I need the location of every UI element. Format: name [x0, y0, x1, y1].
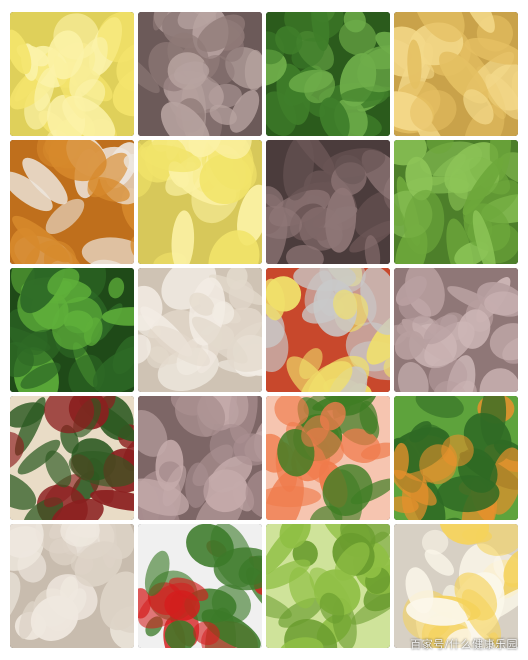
beef-chunks-tile — [266, 140, 390, 264]
beef-plate-tile — [138, 396, 262, 520]
beef-slices-tile-image — [394, 268, 518, 392]
leafy-greens-tile — [266, 12, 390, 136]
broccoli-tile-image — [266, 524, 390, 648]
greens-pumpkin-tile — [394, 396, 518, 520]
corn-tile — [394, 12, 518, 136]
sliced-beef-tile-image — [138, 12, 262, 136]
tomato-salad-tile — [138, 524, 262, 648]
egg-chicken-tile — [394, 524, 518, 648]
spinach-dates-tile — [10, 396, 134, 520]
watermark: 百家号/什么健康乐园 — [410, 638, 518, 651]
tomato-salad-tile-image — [138, 524, 262, 648]
cabbage-bowl-tile-image — [138, 140, 262, 264]
greens-pumpkin-tile-image — [394, 396, 518, 520]
cabbage-bowl-tile — [138, 140, 262, 264]
corn-tile-image — [394, 12, 518, 136]
spinach-pepper-tile-image — [10, 268, 134, 392]
chicken-breast-tile — [138, 268, 262, 392]
bento-tray-tile — [266, 268, 390, 392]
beef-slices-tile — [394, 268, 518, 392]
sliced-beef-tile — [138, 12, 262, 136]
spinach-dates-tile-image — [10, 396, 134, 520]
tofu-pumpkin-tile — [10, 140, 134, 264]
beef-chunks-tile-image — [266, 140, 390, 264]
leafy-greens-tile-image — [266, 12, 390, 136]
spinach-pepper-tile — [10, 268, 134, 392]
snow-peas-tile-image — [394, 140, 518, 264]
napa-cabbage-tile — [10, 12, 134, 136]
chicken-breast-tile-image — [138, 268, 262, 392]
snow-peas-tile — [394, 140, 518, 264]
shredded-chicken-tile-image — [10, 524, 134, 648]
shrimp-broccoli-tile — [266, 396, 390, 520]
napa-cabbage-tile-image — [10, 12, 134, 136]
bento-tray-tile-image — [266, 268, 390, 392]
shrimp-broccoli-tile-image — [266, 396, 390, 520]
beef-plate-tile-image — [138, 396, 262, 520]
broccoli-tile — [266, 524, 390, 648]
egg-chicken-tile-image — [394, 524, 518, 648]
tofu-pumpkin-tile-image — [10, 140, 134, 264]
shredded-chicken-tile — [10, 524, 134, 648]
food-collage — [0, 0, 528, 660]
